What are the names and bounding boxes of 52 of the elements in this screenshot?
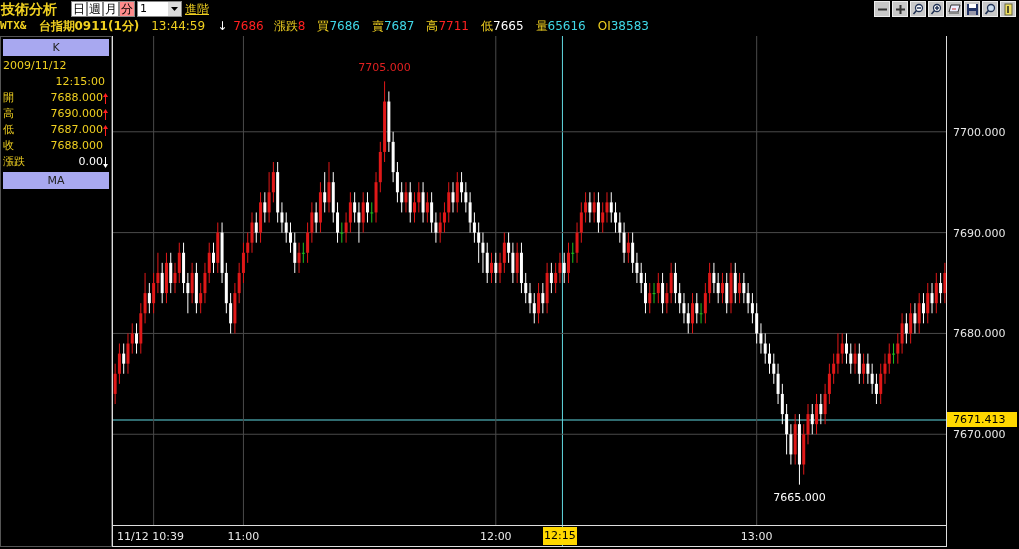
time-axis-label: 11/12 10:39 xyxy=(117,530,184,543)
quote-value: 7665 xyxy=(493,18,524,35)
advanced-link[interactable]: 進階 xyxy=(185,0,209,18)
quote-value: 7686 xyxy=(329,18,360,35)
field-label: 開 xyxy=(3,90,15,106)
quote-value: 7687 xyxy=(383,18,415,35)
field-label: 低 xyxy=(3,122,15,138)
cursor-time-label: 12:15 xyxy=(542,527,577,545)
quote-label: 漲跌 xyxy=(273,18,298,35)
field-value: 0.00 xyxy=(78,154,103,170)
price-axis-label: 7700.000 xyxy=(953,125,1006,139)
field-value: 7688.000 xyxy=(50,138,103,154)
quote-label: OI xyxy=(597,18,611,35)
quote-value: 38583 xyxy=(610,18,649,35)
price-annotation: 7665.000 xyxy=(773,490,826,504)
time-axis-label: 11:00 xyxy=(227,530,260,543)
quote-label: 量 xyxy=(535,18,548,35)
last-price: 7686 xyxy=(233,18,264,35)
field-value: 7687.000 xyxy=(50,122,103,138)
quote-time: 13:44:59 xyxy=(151,18,206,35)
cursor-price-label: 7671.413 xyxy=(947,412,1017,427)
quote-value: 8 xyxy=(297,18,306,35)
period-tab[interactable]: 分 xyxy=(119,1,135,17)
field-value: 7688.000 xyxy=(50,90,103,106)
symbol-text: WTX& xyxy=(0,17,27,34)
interval-dropdown[interactable]: 1 xyxy=(137,1,182,17)
date-text: 2009/11/12 xyxy=(3,58,67,74)
period-tab[interactable]: 月 xyxy=(103,1,119,17)
k-header: K xyxy=(3,39,109,56)
ma-header: MA xyxy=(3,172,109,189)
quote-label: 高 xyxy=(426,18,439,35)
price-axis-label: 7690.000 xyxy=(953,226,1006,240)
time-axis-label: 12:00 xyxy=(479,530,512,543)
quote-value: 65616 xyxy=(547,18,586,35)
field-label: 高 xyxy=(3,106,15,122)
quote-value: 7711 xyxy=(438,18,469,35)
field-label: 漲跌 xyxy=(3,154,26,170)
price-axis-label: 7670.000 xyxy=(953,428,1006,442)
app-title: 技術分析 xyxy=(1,0,57,18)
period-tab[interactable]: 週 xyxy=(87,1,103,17)
field-label: 收 xyxy=(3,138,15,154)
price-annotation: 7705.000 xyxy=(358,61,411,75)
contract-name: 台指期0911(1分) xyxy=(38,18,140,35)
quote-label: 賣 xyxy=(371,18,384,35)
down-arrow-text: ↓ xyxy=(217,18,228,35)
field-value: 7690.000 xyxy=(50,106,103,122)
price-axis-label: 7680.000 xyxy=(953,327,1006,341)
period-tab[interactable]: 日 xyxy=(71,1,87,17)
quote-label: 低 xyxy=(481,18,493,35)
time-text: 12:15:00 xyxy=(55,74,105,90)
quote-label: 買 xyxy=(317,18,330,35)
time-axis-label: 13:00 xyxy=(740,530,773,543)
